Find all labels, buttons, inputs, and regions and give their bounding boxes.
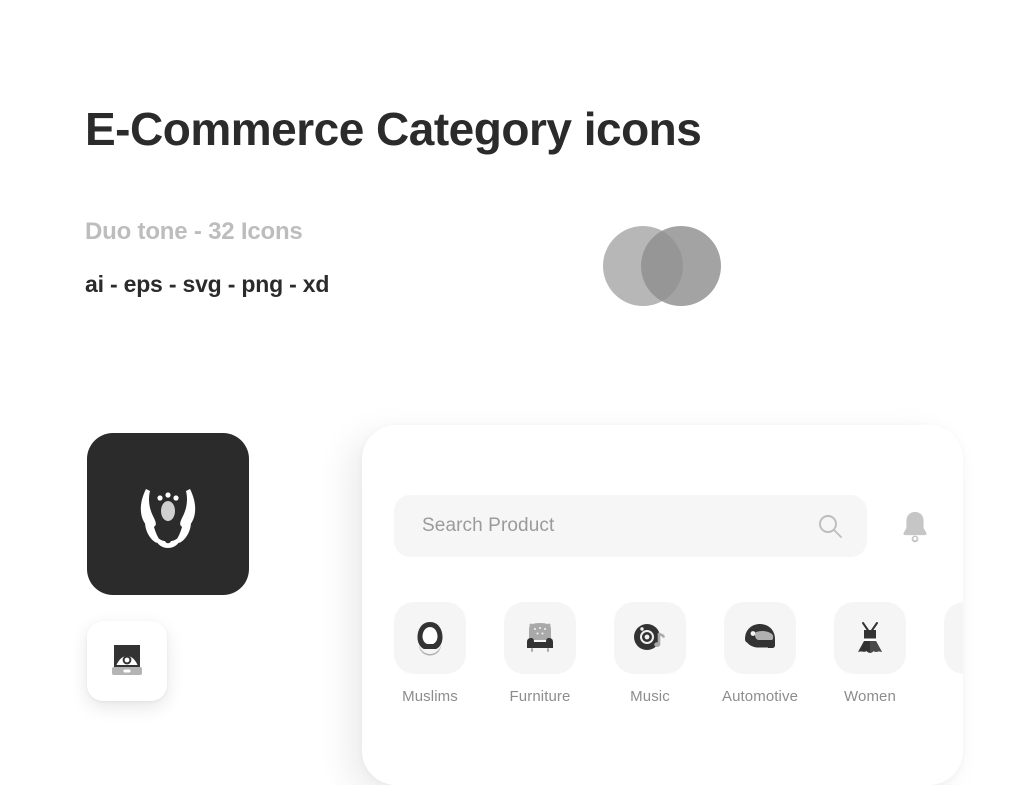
- category-label: Furniture: [509, 688, 571, 705]
- ring-box-icon: [112, 645, 142, 675]
- header-block: E-Commerce Category icons Duo tone - 32 …: [85, 103, 945, 297]
- hijab-icon: [417, 622, 443, 656]
- ring-box-card[interactable]: [87, 621, 167, 701]
- category-tile[interactable]: [504, 602, 576, 674]
- category-item-women[interactable]: Women: [834, 602, 906, 705]
- vinyl-record-icon: [634, 624, 665, 650]
- app-preview-card: Search Product Muslims Furniture Music A…: [362, 425, 963, 785]
- category-tile[interactable]: [724, 602, 796, 674]
- partial-icon: [958, 616, 963, 660]
- category-tile[interactable]: [614, 602, 686, 674]
- category-item-music[interactable]: Music: [614, 602, 686, 705]
- search-row: Search Product: [394, 495, 934, 557]
- search-icon[interactable]: [817, 513, 843, 539]
- bell-icon[interactable]: [899, 509, 931, 543]
- category-item-furniture[interactable]: Furniture: [504, 602, 576, 705]
- duotone-circle-right: [641, 226, 721, 306]
- category-label: Women: [844, 688, 896, 705]
- search-placeholder-text: Search Product: [422, 515, 555, 536]
- app-icon-tile[interactable]: [87, 433, 249, 595]
- helmet-icon: [745, 624, 775, 648]
- category-strip: Muslims Furniture Music Automotive Women: [394, 602, 963, 705]
- dress-icon: [858, 622, 882, 653]
- category-item-muslims[interactable]: Muslims: [394, 602, 466, 705]
- armchair-icon: [527, 623, 553, 652]
- subtitle-duotone-count: Duo tone - 32 Icons: [85, 218, 303, 245]
- jewelry-necklace-icon: [140, 489, 196, 548]
- category-tile[interactable]: [834, 602, 906, 674]
- category-label: Music: [630, 688, 670, 705]
- category-label: Muslims: [402, 688, 458, 705]
- category-tile[interactable]: [944, 602, 963, 674]
- duotone-circles-logo: [603, 226, 721, 306]
- category-tile[interactable]: [394, 602, 466, 674]
- file-formats-list: ai - eps - svg - png - xd: [85, 271, 330, 297]
- category-item-partial[interactable]: W: [944, 602, 963, 705]
- search-input[interactable]: Search Product: [394, 495, 867, 557]
- category-label: Automotive: [721, 688, 799, 705]
- category-item-automotive[interactable]: Automotive: [721, 602, 799, 705]
- page-title: E-Commerce Category icons: [85, 103, 702, 155]
